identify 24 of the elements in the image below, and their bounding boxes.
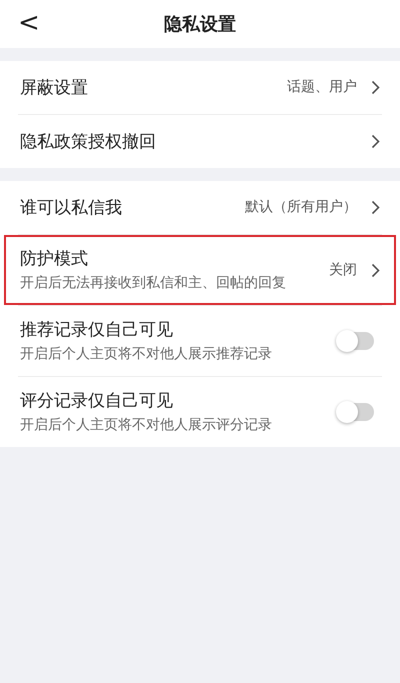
row-label: 防护模式 bbox=[20, 248, 89, 270]
settings-row[interactable]: 防护模式 开启后无法再接收到私信和主、回帖的回复 关闭 bbox=[4, 235, 396, 305]
row-label: 推荐记录仅自己可见 bbox=[20, 319, 174, 341]
chevron-right-icon bbox=[371, 200, 380, 215]
row-label: 评分记录仅自己可见 bbox=[20, 390, 174, 412]
settings-row[interactable]: 推荐记录仅自己可见 开启后个人主页将不对他人展示推荐记录 bbox=[4, 306, 396, 376]
chevron-right-icon bbox=[371, 80, 380, 95]
settings-row[interactable]: 谁可以私信我 默认（所有用户） bbox=[4, 181, 396, 234]
row-description: 开启后个人主页将不对他人展示评分记录 bbox=[20, 416, 273, 434]
row-value: 话题、用户 bbox=[287, 78, 357, 97]
settings-row[interactable]: 隐私政策授权撤回 bbox=[4, 115, 396, 168]
row-label: 谁可以私信我 bbox=[20, 196, 123, 218]
back-button[interactable]: < bbox=[14, 6, 44, 40]
row-description: 开启后个人主页将不对他人展示推荐记录 bbox=[20, 345, 273, 363]
row-value: 默认（所有用户） bbox=[245, 198, 357, 217]
settings-row[interactable]: 屏蔽设置 话题、用户 bbox=[4, 61, 396, 114]
settings-row[interactable]: 评分记录仅自己可见 开启后个人主页将不对他人展示评分记录 bbox=[4, 377, 396, 447]
chevron-right-icon bbox=[371, 134, 380, 149]
row-value: 关闭 bbox=[329, 260, 357, 280]
row-label: 隐私政策授权撤回 bbox=[20, 130, 157, 152]
row-label: 屏蔽设置 bbox=[20, 76, 89, 98]
page-title: 隐私设置 bbox=[164, 12, 236, 36]
chevron-right-icon bbox=[371, 262, 380, 278]
row-description: 开启后无法再接收到私信和主、回帖的回复 bbox=[20, 274, 287, 292]
